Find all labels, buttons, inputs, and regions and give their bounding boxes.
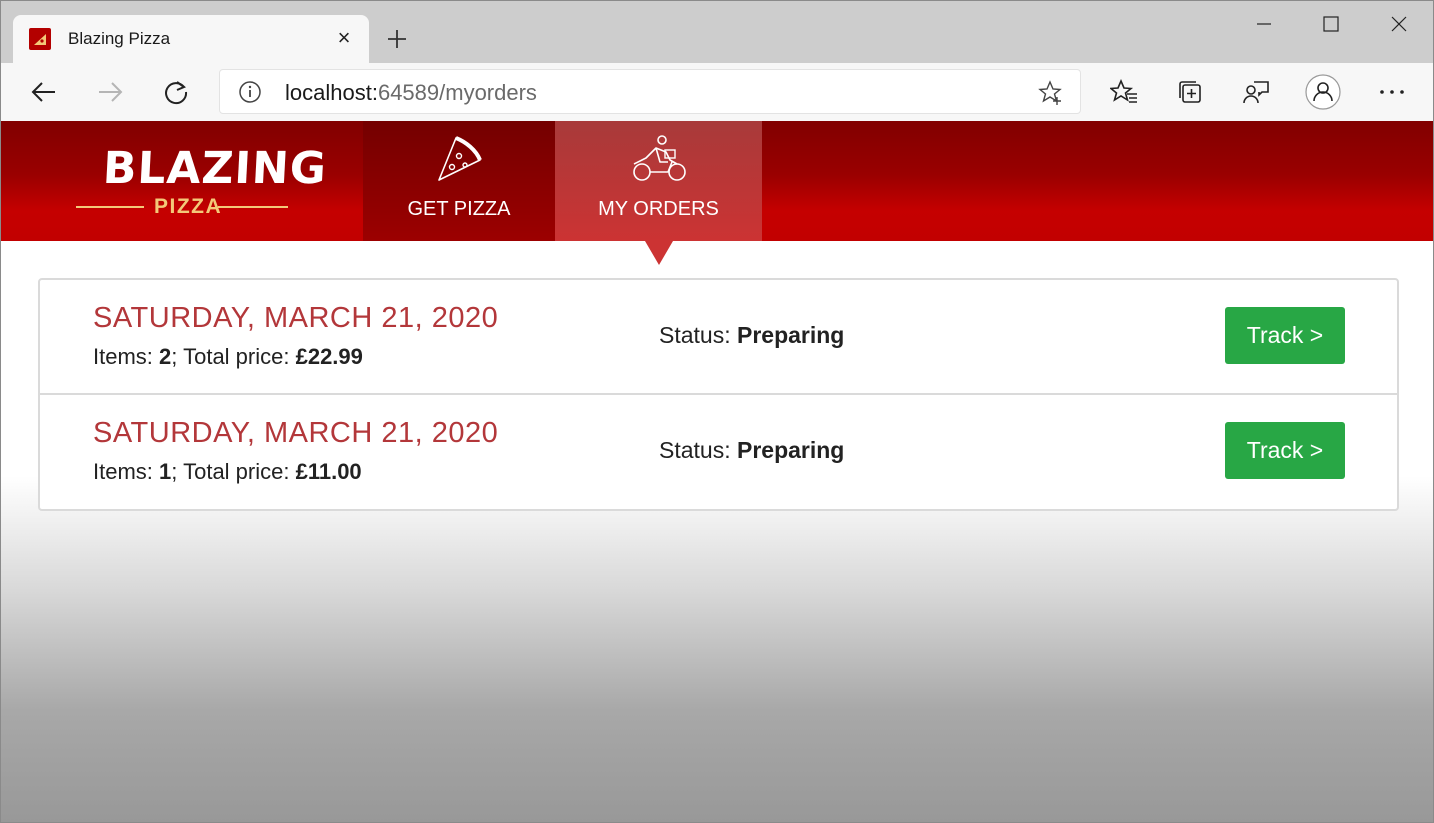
- total-price: £11.00: [295, 459, 362, 484]
- more-options-icon[interactable]: [1372, 73, 1412, 111]
- order-date: SATURDAY, MARCH 21, 2020: [93, 417, 499, 449]
- tab-strip: Blazing Pizza ×: [1, 1, 1433, 63]
- address-path: 64589/myorders: [377, 80, 537, 105]
- total-price: £22.99: [295, 344, 363, 369]
- status-value: Preparing: [736, 322, 845, 348]
- nav-get-pizza-label: GET PIZZA: [407, 198, 511, 220]
- motorbike-icon: [632, 135, 686, 181]
- track-button[interactable]: Track >: [1225, 307, 1345, 364]
- items-label: Items:: [93, 344, 160, 369]
- profile-avatar-icon[interactable]: [1303, 73, 1343, 111]
- pizza-favicon-icon: [29, 28, 51, 50]
- address-host: localhost:: [285, 80, 378, 105]
- browser-window: Blazing Pizza × localhost:64589/myorders…: [0, 0, 1434, 823]
- active-nav-pointer: [645, 241, 673, 265]
- blazing-pizza-logo[interactable]: BLAZING PIZZA: [76, 143, 328, 223]
- window-close-icon[interactable]: [1369, 9, 1429, 39]
- refresh-icon[interactable]: [156, 73, 196, 111]
- items-label: Items:: [93, 459, 160, 484]
- feedback-icon[interactable]: [1236, 73, 1276, 111]
- price-label: ; Total price:: [171, 344, 296, 369]
- order-status: Status: Preparing: [659, 437, 844, 464]
- nav-my-orders[interactable]: MY ORDERS: [555, 121, 762, 241]
- add-favorite-icon[interactable]: [1038, 80, 1064, 106]
- order-status: Status: Preparing: [659, 322, 844, 349]
- logo-sub-text: PIZZA: [154, 195, 223, 218]
- logo-line-right: [218, 206, 288, 208]
- nav-my-orders-label: MY ORDERS: [598, 198, 719, 220]
- orders-list: SATURDAY, MARCH 21, 2020 Items: 2; Total…: [38, 278, 1399, 511]
- address-text: localhost:64589/myorders: [285, 80, 537, 106]
- items-count: 2: [159, 344, 172, 369]
- page-content: BLAZING PIZZA GET PIZZA MY ORDERS SATURD…: [1, 121, 1433, 822]
- new-tab-icon[interactable]: [383, 25, 411, 53]
- forward-icon[interactable]: [90, 73, 130, 111]
- browser-toolbar: localhost:64589/myorders: [1, 63, 1433, 121]
- address-bar[interactable]: localhost:64589/myorders: [219, 69, 1081, 114]
- order-row: SATURDAY, MARCH 21, 2020 Items: 1; Total…: [40, 395, 1397, 509]
- order-summary: Items: 1; Total price: £11.00: [93, 459, 362, 485]
- minimize-icon[interactable]: [1234, 9, 1294, 39]
- logo-line-left: [76, 206, 144, 208]
- order-date: SATURDAY, MARCH 21, 2020: [93, 302, 499, 334]
- favorites-icon[interactable]: [1104, 73, 1144, 111]
- status-label: Status:: [659, 437, 737, 463]
- nav-get-pizza[interactable]: GET PIZZA: [363, 121, 555, 241]
- status-label: Status:: [659, 322, 737, 348]
- tab-title: Blazing Pizza: [68, 29, 171, 48]
- back-icon[interactable]: [24, 73, 64, 111]
- collections-icon[interactable]: [1170, 73, 1210, 111]
- price-label: ; Total price:: [171, 459, 296, 484]
- maximize-icon[interactable]: [1301, 9, 1361, 39]
- browser-tab[interactable]: Blazing Pizza ×: [13, 15, 369, 63]
- info-icon[interactable]: [238, 80, 262, 104]
- track-button[interactable]: Track >: [1225, 422, 1345, 479]
- items-count: 1: [159, 459, 172, 484]
- order-summary: Items: 2; Total price: £22.99: [93, 344, 363, 370]
- status-value: Preparing: [736, 437, 845, 463]
- tab-close-icon[interactable]: ×: [333, 25, 355, 50]
- logo-main-text: BLAZING: [101, 143, 329, 194]
- pizza-slice-icon: [438, 136, 482, 181]
- site-header: BLAZING PIZZA GET PIZZA MY ORDERS: [1, 121, 1433, 241]
- order-row: SATURDAY, MARCH 21, 2020 Items: 2; Total…: [40, 280, 1397, 395]
